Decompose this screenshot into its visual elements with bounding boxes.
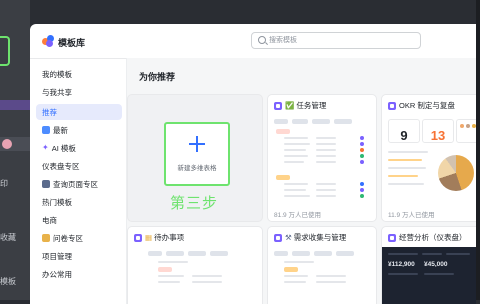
sidebar-item-label: 最新 — [53, 125, 68, 135]
card-title-text: 任务管理 — [296, 101, 327, 110]
clipboard-icon — [42, 234, 50, 242]
modal-header: 模板库 — [30, 24, 476, 59]
sparkle-icon: ✦ — [42, 143, 49, 152]
template-card-business-analysis[interactable]: 经营分析（仪表盘） ¥112,900 ¥45,000 — [381, 226, 476, 304]
sidebar-item-dashboard[interactable]: 仪表盘专区 — [36, 158, 122, 174]
card-preview — [268, 115, 376, 203]
sidebar-item-latest[interactable]: 最新 — [36, 122, 122, 138]
template-card-okr[interactable]: OKR 制定与复盘 9 13 11.9 万人已使用 — [381, 94, 476, 222]
sidebar-item-my-templates[interactable]: 我的模板 — [36, 66, 122, 82]
sidebar-item-label: 问卷专区 — [53, 233, 83, 243]
template-icon — [388, 101, 396, 110]
sidebar-item-query-page[interactable]: 查询页面专区 — [36, 176, 122, 192]
sidebar-item-ecommerce[interactable]: 电商 — [36, 212, 122, 228]
card-title: ▦ 待办事项 — [134, 232, 184, 243]
card-preview — [128, 247, 262, 304]
sidebar-item-shared[interactable]: 与我共享 — [36, 84, 122, 100]
calendar-icon: ▦ — [145, 233, 153, 242]
sidebar-item-label: 项目管理 — [42, 251, 72, 261]
card-title: ✅ 任务管理 — [274, 100, 326, 111]
card-usage: 11.9 万人已使用 — [388, 212, 435, 219]
template-card-todo[interactable]: ▦ 待办事项 — [127, 226, 263, 304]
card-title: 经营分析（仪表盘） — [388, 232, 467, 243]
sidebar-item-label: 我的模板 — [42, 69, 72, 79]
avatar — [2, 139, 12, 149]
new-base-label: 新建多维表格 — [177, 165, 217, 172]
sidebar-item-ai[interactable]: ✦ AI 模板 — [36, 140, 122, 156]
dashboard-preview: ¥112,900 ¥45,000 — [382, 247, 476, 304]
card-title-text: 需求收集与管理 — [293, 233, 347, 242]
new-icon — [42, 126, 50, 134]
sidebar-item-project[interactable]: 项目管理 — [36, 248, 122, 264]
background-right-edge — [476, 0, 480, 300]
template-card-requirements[interactable]: ⚒ 需求收集与管理 — [267, 226, 377, 304]
background-highlight-marker — [0, 36, 10, 66]
template-search[interactable] — [251, 32, 421, 49]
new-base-card[interactable]: 新建多维表格 第三步 — [127, 94, 263, 222]
plus-icon — [189, 143, 205, 145]
okr-people-card — [456, 119, 476, 143]
template-icon — [274, 101, 282, 110]
new-base-highlight[interactable]: 新建多维表格 — [164, 122, 230, 186]
sidebar-item-label: 电商 — [42, 215, 57, 225]
card-preview — [268, 247, 376, 304]
tools-icon: ⚒ — [285, 233, 292, 242]
template-card-task[interactable]: ✅ 任务管理 81.9 万人已使用 — [267, 94, 377, 222]
card-title: OKR 制定与复盘 — [388, 100, 455, 111]
sidebar-item-label: 与我共享 — [42, 87, 72, 97]
sidebar-item-popular[interactable]: 热门模板 — [36, 194, 122, 210]
template-icon — [274, 233, 282, 242]
sidebar-item-office[interactable]: 办公常用 — [36, 266, 122, 282]
card-title-text: 经营分析（仪表盘） — [399, 233, 467, 242]
search-icon — [258, 36, 266, 44]
template-icon — [388, 233, 396, 242]
card-title-text: OKR 制定与复盘 — [399, 101, 455, 110]
dashboard-metric: ¥112,900 — [388, 261, 415, 268]
template-library-logo-icon — [42, 35, 54, 47]
search-input[interactable] — [269, 35, 409, 46]
template-grid-area: 为你推荐 新建多维表格 第三步 ✅ 任务管理 81.9 万人已使用 OKR 制定… — [127, 58, 476, 304]
category-sidebar: 我的模板 与我共享 推荐 最新 ✦ AI 模板 仪表盘专区 查询页面专区 热门模板… — [30, 58, 127, 304]
template-library-modal: 模板库 我的模板 与我共享 推荐 最新 ✦AI 模板 仪表盘专区 查询页面专区 … — [30, 24, 476, 304]
background-text: 模板 — [0, 277, 16, 286]
checkmark-icon: ✅ — [285, 101, 295, 110]
background-selected-row — [0, 100, 30, 110]
modal-title: 模板库 — [58, 38, 86, 48]
section-title: 为你推荐 — [139, 72, 176, 82]
template-icon — [134, 233, 142, 242]
sidebar-item-label: 热门模板 — [42, 197, 72, 207]
sidebar-item-recommended[interactable]: 推荐 — [36, 104, 122, 120]
okr-metric-value: 13 — [430, 128, 446, 143]
sidebar-item-label: AI 模板 — [51, 143, 76, 153]
card-preview: 9 13 — [382, 115, 476, 203]
dashboard-metric: ¥45,000 — [424, 261, 448, 268]
okr-metric-value: 9 — [400, 128, 408, 143]
table-icon — [42, 180, 50, 188]
background-text: 印 — [0, 179, 8, 188]
card-title-text: 待办事项 — [154, 233, 185, 242]
sidebar-item-survey[interactable]: 问卷专区 — [36, 230, 122, 246]
step-annotation: 第三步 — [170, 195, 219, 212]
card-usage: 81.9 万人已使用 — [274, 212, 321, 219]
sidebar-item-label: 办公常用 — [42, 269, 72, 279]
background-text: 收藏 — [0, 233, 16, 242]
card-title: ⚒ 需求收集与管理 — [274, 232, 346, 243]
sidebar-item-label: 查询页面专区 — [53, 179, 98, 189]
okr-pie-chart — [438, 155, 474, 191]
okr-metric-card: 9 — [388, 119, 420, 143]
sidebar-item-label: 仪表盘专区 — [42, 161, 80, 171]
sidebar-item-label: 推荐 — [42, 107, 57, 117]
okr-metric-card: 13 — [422, 119, 454, 143]
